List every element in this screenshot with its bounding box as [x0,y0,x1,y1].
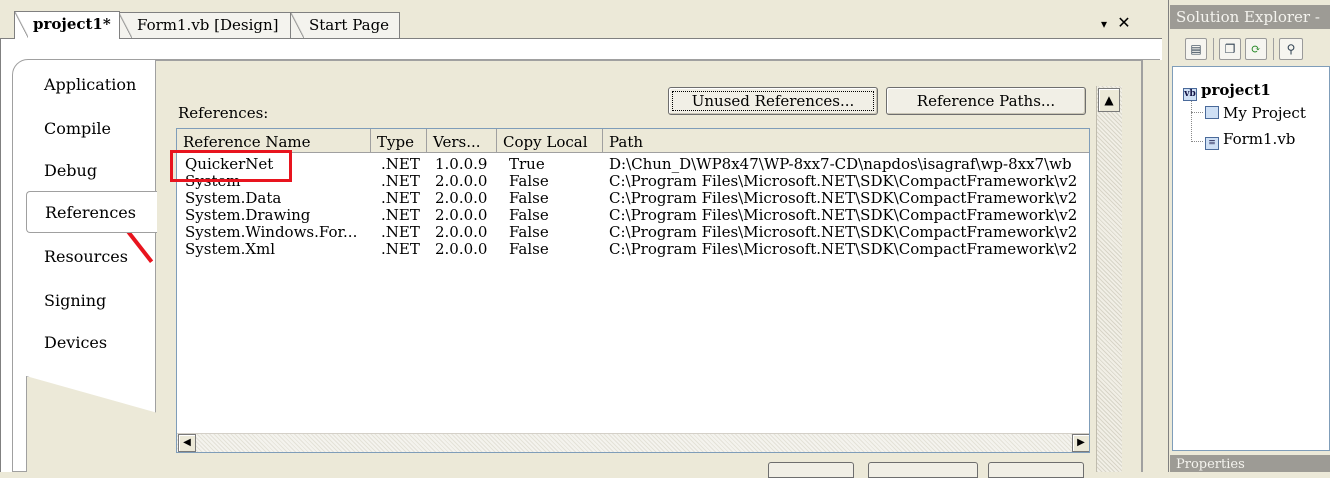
properties-icon[interactable]: ▤ [1185,38,1207,60]
references-list[interactable]: Reference Name Type Vers... Copy Local P… [176,128,1090,453]
tree-connector [1191,141,1203,142]
view-class-diagram-icon[interactable]: ⚲ [1279,38,1303,60]
list-column-headers: Reference Name Type Vers... Copy Local P… [177,129,1089,153]
tree-connector [1191,100,1192,142]
bottom-button-3[interactable] [988,462,1084,478]
show-all-files-icon[interactable]: ❐ [1219,38,1241,60]
toolbar-separator [1273,38,1274,60]
refresh-icon[interactable]: ⟳ [1245,38,1267,60]
reference-name: System.Xml [185,240,276,258]
tab-debug[interactable]: Debug [26,150,156,192]
bottom-button-1[interactable] [768,462,854,478]
tab-application[interactable]: Application [26,64,156,106]
scroll-right-icon[interactable]: ▶ [1072,434,1089,452]
bottom-button-2[interactable] [868,462,978,478]
scroll-up-icon[interactable]: ▲ [1098,88,1120,112]
tab-signing[interactable]: Signing [26,280,156,322]
form-icon: ≡ [1205,137,1219,150]
solution-tree [1172,66,1330,451]
column-header-version[interactable]: Vers... [427,129,497,153]
toolbar-separator [1213,38,1214,60]
tree-item-form1[interactable]: ≡ Form1.vb [1205,129,1295,150]
tab-start-page[interactable]: Start Page [290,12,400,39]
solution-explorer-title: Solution Explorer - [1170,5,1330,29]
scroll-left-icon[interactable]: ◀ [178,434,196,452]
tree-item-label: Form1.vb [1223,130,1296,148]
properties-panel-title: Properties [1170,455,1330,472]
reference-version: 2.0.0.0 [435,240,488,258]
vertical-scrollbar[interactable] [1096,86,1122,472]
column-header-copy-local[interactable]: Copy Local [497,129,603,153]
column-header-type[interactable]: Type [371,129,427,153]
references-heading: References: [178,104,269,122]
tab-project1[interactable]: project1* [14,11,120,39]
tab-form1-design[interactable]: Form1.vb [Design] [118,12,292,39]
reference-paths-button[interactable]: Reference Paths... [886,87,1086,115]
tree-connector [1191,112,1203,113]
vb-project-icon: vb [1183,88,1197,101]
reference-type: .NET [381,240,420,258]
tree-item-label: project1 [1201,81,1271,99]
active-files-dropdown-icon[interactable]: ▾ [1096,14,1112,34]
reference-path: C:\Program Files\Microsoft.NET\SDK\Compa… [609,240,1078,258]
tree-item-project1[interactable]: vb project1 [1183,80,1271,101]
tree-item-my-project[interactable]: My Project [1205,103,1306,123]
column-header-path[interactable]: Path [603,129,1089,153]
table-row[interactable]: System.Xml .NET 2.0.0.0 False C:\Program Fil… [177,240,1089,259]
my-project-icon [1205,106,1219,119]
close-icon[interactable]: ✕ [1114,13,1134,33]
unused-references-button[interactable]: Unused References... [668,87,878,115]
highlight-box [170,150,292,182]
tab-references[interactable]: References [26,191,157,233]
tab-devices[interactable]: Devices [26,322,156,364]
tree-item-label: My Project [1223,104,1306,122]
reference-copy-local: False [509,240,549,258]
horizontal-scrollbar[interactable]: ◀ ▶ [177,433,1089,452]
designer-right-edge [1142,60,1162,472]
tab-compile[interactable]: Compile [26,108,156,150]
